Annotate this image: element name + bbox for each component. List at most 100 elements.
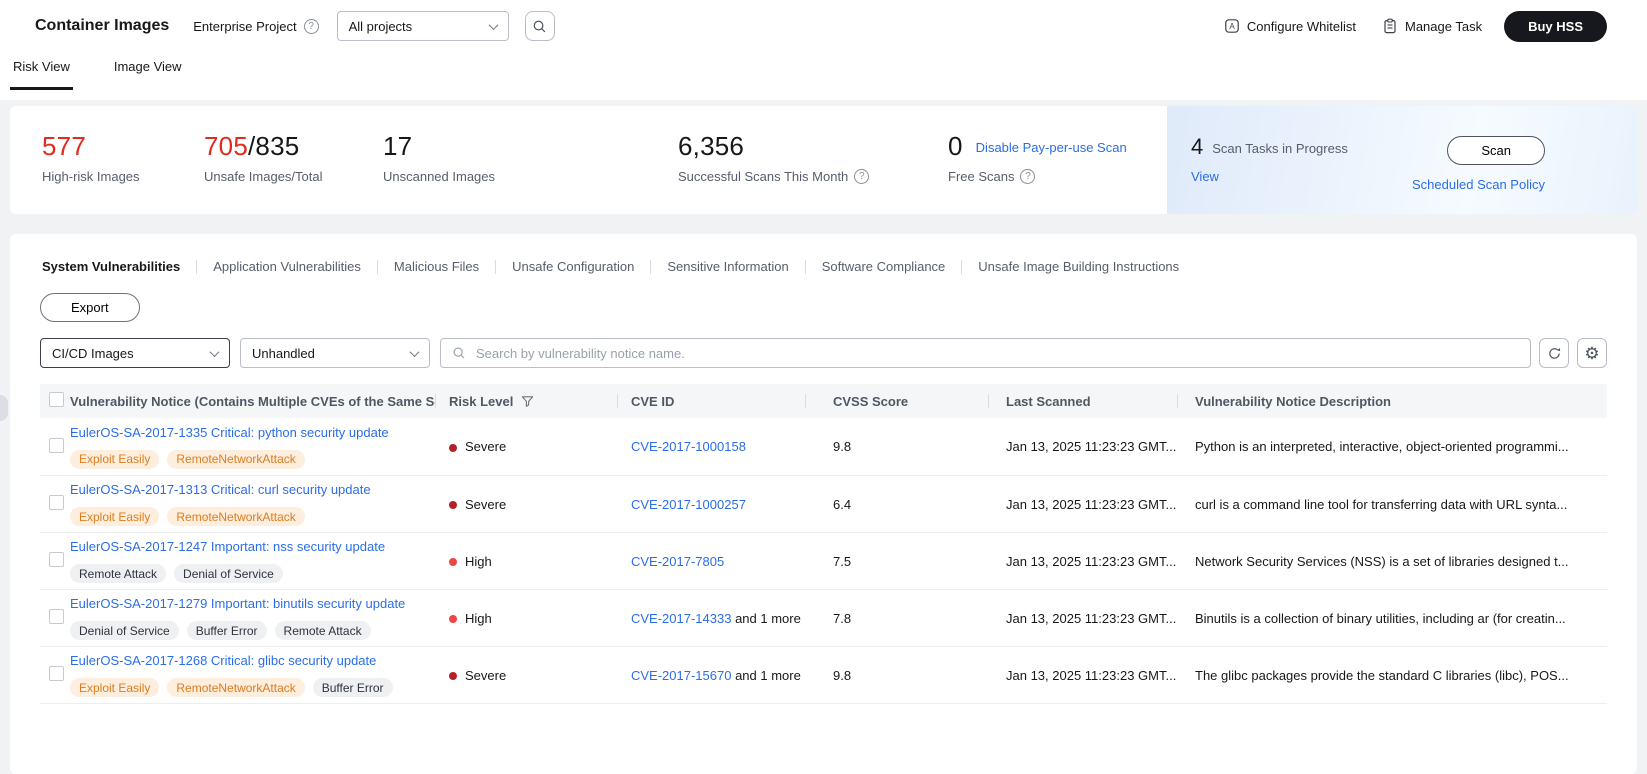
help-icon[interactable] xyxy=(303,18,319,34)
table-row[interactable]: EulerOS-SA-2017-1279 Important: binutils… xyxy=(40,589,1607,646)
gear-icon xyxy=(1584,345,1599,362)
image-scope-select[interactable]: CI/CD Images xyxy=(40,338,230,368)
risk-dot-icon xyxy=(449,501,457,510)
free-scans-count: 0 xyxy=(948,131,963,161)
vulnerability-notice-link[interactable]: EulerOS-SA-2017-1335 Critical: python se… xyxy=(70,425,389,440)
search-button[interactable] xyxy=(524,11,555,41)
tab-system-vulnerabilities[interactable]: System Vulnerabilities xyxy=(40,259,196,274)
row-checkbox[interactable] xyxy=(49,552,64,567)
vulnerability-table: Vulnerability Notice (Contains Multiple … xyxy=(40,384,1607,704)
risk-dot-icon xyxy=(449,443,457,452)
cve-id-cell: CVE-2017-7805 xyxy=(617,554,805,569)
chevron-down-icon xyxy=(488,19,499,30)
tab-malicious-files[interactable]: Malicious Files xyxy=(378,259,495,274)
manage-task-button[interactable]: Manage Task xyxy=(1382,18,1482,34)
table-row[interactable]: EulerOS-SA-2017-1268 Critical: glibc sec… xyxy=(40,646,1607,703)
column-settings-button[interactable] xyxy=(1577,338,1607,368)
vulnerability-tag: RemoteNetworkAttack xyxy=(167,449,305,469)
stat-unsafe-images: 705/835 Unsafe Images/Total xyxy=(204,132,383,214)
select-all-checkbox[interactable] xyxy=(49,392,64,407)
tab-risk-view[interactable]: Risk View xyxy=(10,46,73,90)
buy-hss-button[interactable]: Buy HSS xyxy=(1504,10,1607,42)
description-cell: The glibc packages provide the standard … xyxy=(1195,667,1569,683)
vulnerability-notice-link[interactable]: EulerOS-SA-2017-1268 Critical: glibc sec… xyxy=(70,653,376,668)
vulnerability-tag: Buffer Error xyxy=(186,621,267,640)
help-icon[interactable] xyxy=(1020,169,1036,184)
cve-link[interactable]: CVE-2017-7805 xyxy=(631,554,724,569)
vulnerability-notice-link[interactable]: EulerOS-SA-2017-1247 Important: nss secu… xyxy=(70,539,385,554)
tag-list: Exploit Easily RemoteNetworkAttack xyxy=(70,507,435,526)
risk-level-text: Severe xyxy=(465,496,507,512)
last-scanned-cell: Jan 13, 2025 11:23:23 GMT... xyxy=(1006,496,1177,512)
vulnerability-notice-link[interactable]: EulerOS-SA-2017-1279 Important: binutils… xyxy=(70,596,405,611)
table-row[interactable]: EulerOS-SA-2017-1335 Critical: python se… xyxy=(40,418,1607,475)
unscanned-label: Unscanned Images xyxy=(383,169,496,184)
stat-free-scans: 0 Disable Pay-per-use Scan Free Scans xyxy=(948,132,1167,214)
cvss-score-cell: 9.8 xyxy=(833,667,852,683)
vulnerability-tag: Exploit Easily xyxy=(70,678,160,697)
notice-cell: EulerOS-SA-2017-1279 Important: binutils… xyxy=(70,596,435,640)
successful-scans-count: 6,356 xyxy=(678,131,745,161)
row-checkbox[interactable] xyxy=(49,666,64,681)
scheduled-scan-policy-link[interactable]: Scheduled Scan Policy xyxy=(1412,177,1545,192)
tab-application-vulnerabilities[interactable]: Application Vulnerabilities xyxy=(197,259,377,274)
search-icon xyxy=(452,346,466,360)
table-row[interactable]: EulerOS-SA-2017-1247 Important: nss secu… xyxy=(40,532,1607,589)
row-checkbox-cell xyxy=(40,495,70,513)
search-input[interactable] xyxy=(474,344,1519,362)
tab-image-view[interactable]: Image View xyxy=(111,46,185,90)
filter-funnel-icon[interactable] xyxy=(521,395,534,408)
scan-tasks-actions: Scan Scheduled Scan Policy xyxy=(1412,136,1597,214)
table-body: EulerOS-SA-2017-1335 Critical: python se… xyxy=(40,418,1607,704)
description-cell: Network Security Services (NSS) is a set… xyxy=(1195,553,1569,569)
export-button[interactable]: Export xyxy=(40,293,140,322)
page-title: Container Images xyxy=(35,17,170,34)
table-row[interactable]: EulerOS-SA-2017-1313 Critical: curl secu… xyxy=(40,475,1607,532)
disable-pay-per-use-link[interactable]: Disable Pay-per-use Scan xyxy=(976,140,1127,155)
scan-tasks-label: Scan Tasks in Progress xyxy=(1212,141,1348,156)
vulnerability-tag: Denial of Service xyxy=(174,564,283,583)
tab-unsafe-configuration[interactable]: Unsafe Configuration xyxy=(496,259,650,274)
tab-unsafe-image-building-instructions[interactable]: Unsafe Image Building Instructions xyxy=(962,259,1195,274)
stats-group: 577 High-risk Images 705/835 Unsafe Imag… xyxy=(10,106,1167,214)
tab-sensitive-information[interactable]: Sensitive Information xyxy=(651,259,804,274)
scan-tasks-panel: 4 Scan Tasks in Progress View Scan Sched… xyxy=(1167,106,1637,214)
tab-software-compliance[interactable]: Software Compliance xyxy=(806,259,962,274)
project-select-value: All projects xyxy=(348,18,413,34)
scan-button[interactable]: Scan xyxy=(1447,136,1545,165)
project-select[interactable]: All projects xyxy=(336,11,509,41)
last-scanned-cell: Jan 13, 2025 11:23:23 GMT... xyxy=(1006,610,1177,626)
help-icon[interactable] xyxy=(854,169,870,184)
stats-card: 577 High-risk Images 705/835 Unsafe Imag… xyxy=(10,106,1637,214)
collapsed-panel-handle[interactable] xyxy=(0,395,8,421)
search-box xyxy=(440,338,1531,368)
row-checkbox-cell xyxy=(40,609,70,627)
row-checkbox[interactable] xyxy=(49,495,64,510)
cve-link[interactable]: CVE-2017-1000158 xyxy=(631,439,746,454)
unsafe-count: 705/835 xyxy=(204,132,383,160)
row-checkbox[interactable] xyxy=(49,609,64,624)
risk-level-text: Severe xyxy=(465,439,507,454)
cve-link[interactable]: CVE-2017-14333 xyxy=(631,611,731,626)
filter-row: CI/CD Images Unhandled xyxy=(40,338,1607,368)
cvss-score-cell: 7.8 xyxy=(833,610,852,626)
handle-status-select[interactable]: Unhandled xyxy=(240,338,430,368)
column-header-last-scanned-text: Last Scanned xyxy=(1006,393,1091,409)
view-link[interactable]: View xyxy=(1191,169,1219,184)
unsafe-label: Unsafe Images/Total xyxy=(204,169,323,184)
refresh-button[interactable] xyxy=(1539,338,1569,368)
top-bar-row: Container Images Enterprise Project All … xyxy=(0,0,1647,46)
cvss-score-cell: 9.8 xyxy=(833,439,852,454)
vulnerability-notice-link[interactable]: EulerOS-SA-2017-1313 Critical: curl secu… xyxy=(70,482,371,497)
column-header-risk-level: Risk Level xyxy=(435,384,617,418)
free-scans-label-text: Free Scans xyxy=(948,169,1015,184)
cve-link[interactable]: CVE-2017-15670 xyxy=(631,668,731,683)
vulnerability-tag: Exploit Easily xyxy=(70,507,160,526)
high-risk-label: High-risk Images xyxy=(42,169,140,184)
last-scanned-cell: Jan 13, 2025 11:23:23 GMT... xyxy=(1006,439,1177,454)
enterprise-project-label: Enterprise Project xyxy=(193,18,297,34)
row-checkbox[interactable] xyxy=(49,437,64,453)
cve-link[interactable]: CVE-2017-1000257 xyxy=(631,497,746,512)
configure-whitelist-button[interactable]: A Configure Whitelist xyxy=(1224,18,1356,34)
unsafe-value: 705 xyxy=(204,131,248,161)
